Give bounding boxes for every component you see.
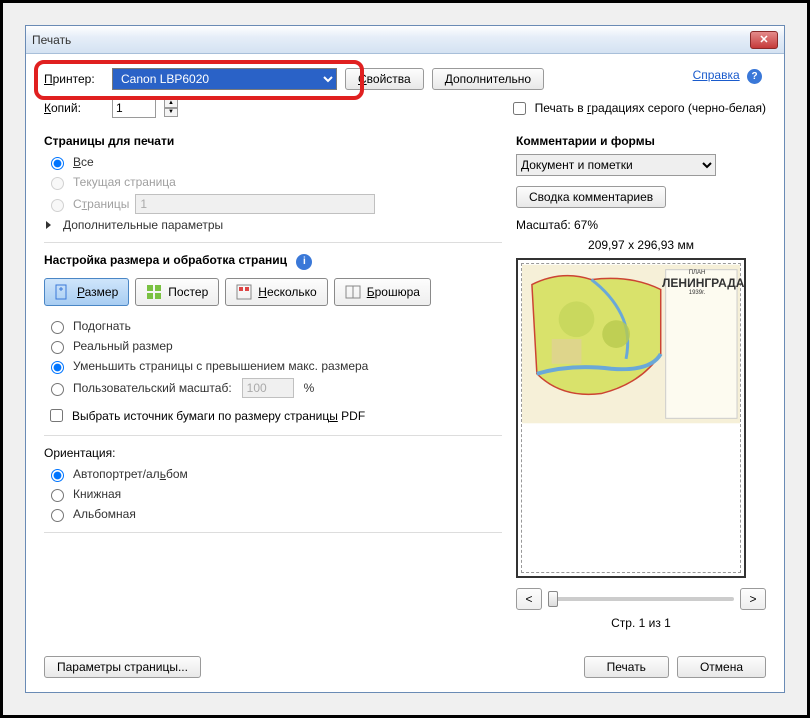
grayscale-checkbox[interactable] (513, 102, 526, 115)
chevron-right-icon (46, 221, 51, 229)
preview-prev-button[interactable]: < (516, 588, 542, 610)
copies-label: Копий: (44, 101, 104, 115)
size-icon (55, 284, 71, 300)
booklet-toggle[interactable]: Брошюра (334, 278, 431, 306)
help-icon: ? (747, 69, 762, 84)
print-dialog-window: Печать ✕ Справка ? Принтер: Canon LBP602… (0, 0, 810, 718)
pages-range-radio (51, 199, 64, 212)
custom-scale-input[interactable] (242, 378, 294, 398)
print-button[interactable]: Печать (584, 656, 669, 678)
window-title: Печать (32, 33, 750, 47)
custom-scale-label: Пользовательский масштаб: (73, 381, 232, 395)
orientation-auto-radio[interactable] (51, 469, 64, 482)
multiple-toggle[interactable]: Несколько (225, 278, 327, 306)
comments-summary-button[interactable]: Сводка комментариев (516, 186, 666, 208)
orientation-landscape-label: Альбомная (73, 507, 136, 521)
actual-radio[interactable] (51, 341, 64, 354)
preview-next-button[interactable]: > (740, 588, 766, 610)
copies-input[interactable] (112, 98, 156, 118)
poster-label: Постер (168, 285, 208, 299)
orientation-portrait-radio[interactable] (51, 489, 64, 502)
page-setup-button[interactable]: Параметры страницы... (44, 656, 201, 678)
close-button[interactable]: ✕ (750, 31, 778, 49)
fit-radio[interactable] (51, 321, 64, 334)
paper-source-checkbox[interactable] (50, 409, 63, 422)
pages-current-label: Текущая страница (73, 175, 176, 189)
pages-all-radio[interactable] (51, 157, 64, 170)
pages-all-label: Все (73, 155, 94, 169)
custom-scale-radio[interactable] (51, 383, 64, 396)
pages-more-toggle[interactable]: Дополнительные параметры (46, 218, 502, 232)
map-title-3: 1939г. (662, 290, 732, 297)
printer-label: Принтер: (44, 72, 104, 86)
actual-label: Реальный размер (73, 339, 173, 353)
fit-label: Подогнать (73, 319, 131, 333)
titlebar: Печать ✕ (26, 26, 784, 54)
help-label: Справка (693, 68, 740, 82)
pages-more-label: Дополнительные параметры (63, 218, 223, 232)
poster-icon (146, 284, 162, 300)
slider-thumb[interactable] (548, 591, 558, 607)
orientation-title: Ориентация: (44, 446, 502, 460)
preview-dimensions: 209,97 x 296,93 мм (516, 238, 766, 252)
orientation-portrait-label: Книжная (73, 487, 121, 501)
comments-section-title: Комментарии и формы (516, 134, 766, 148)
print-preview: ПЛАН ЛЕНИНГРАДА 1939г. (516, 258, 746, 578)
orientation-auto-label: Автопортрет/альбом (73, 467, 188, 481)
size-label: Размер (77, 285, 118, 299)
advanced-button[interactable]: Дополнительно (432, 68, 544, 90)
info-icon[interactable]: i (296, 254, 312, 270)
percent-label: % (304, 381, 315, 395)
comments-select[interactable]: Документ и пометки (516, 154, 716, 176)
preview-map-image: ПЛАН ЛЕНИНГРАДА 1939г. (522, 264, 740, 424)
shrink-label: Уменьшить страницы с превышением макс. р… (73, 359, 368, 373)
booklet-label: Брошюра (367, 285, 420, 299)
multiple-icon (236, 284, 252, 300)
map-title-2: ЛЕНИНГРАДА (662, 277, 732, 290)
printer-select[interactable]: Canon LBP6020 (112, 68, 337, 90)
pages-range-input (135, 194, 375, 214)
page-info: Стр. 1 из 1 (516, 616, 766, 630)
pages-range-label: Страницы (73, 197, 129, 211)
preview-scale-label: Масштаб: 67% (516, 218, 766, 232)
paper-source-label: Выбрать источник бумаги по размеру стран… (72, 409, 365, 423)
shrink-radio[interactable] (51, 361, 64, 374)
properties-button[interactable]: Свойства (345, 68, 424, 90)
orientation-landscape-radio[interactable] (51, 509, 64, 522)
booklet-icon (345, 284, 361, 300)
poster-toggle[interactable]: Постер (135, 278, 219, 306)
multiple-label: Несколько (258, 285, 316, 299)
pages-section-title: Страницы для печати (44, 134, 502, 148)
pages-current-radio (51, 177, 64, 190)
size-toggle[interactable]: Размер (44, 278, 129, 306)
help-link[interactable]: Справка ? (693, 68, 762, 84)
sizing-section-title: Настройка размера и обработка страниц i (44, 253, 502, 270)
preview-slider[interactable] (548, 597, 734, 601)
copies-spinner[interactable]: ▲▼ (164, 99, 178, 117)
cancel-button[interactable]: Отмена (677, 656, 766, 678)
grayscale-label: Печать в градациях серого (черно-белая) (535, 101, 766, 115)
